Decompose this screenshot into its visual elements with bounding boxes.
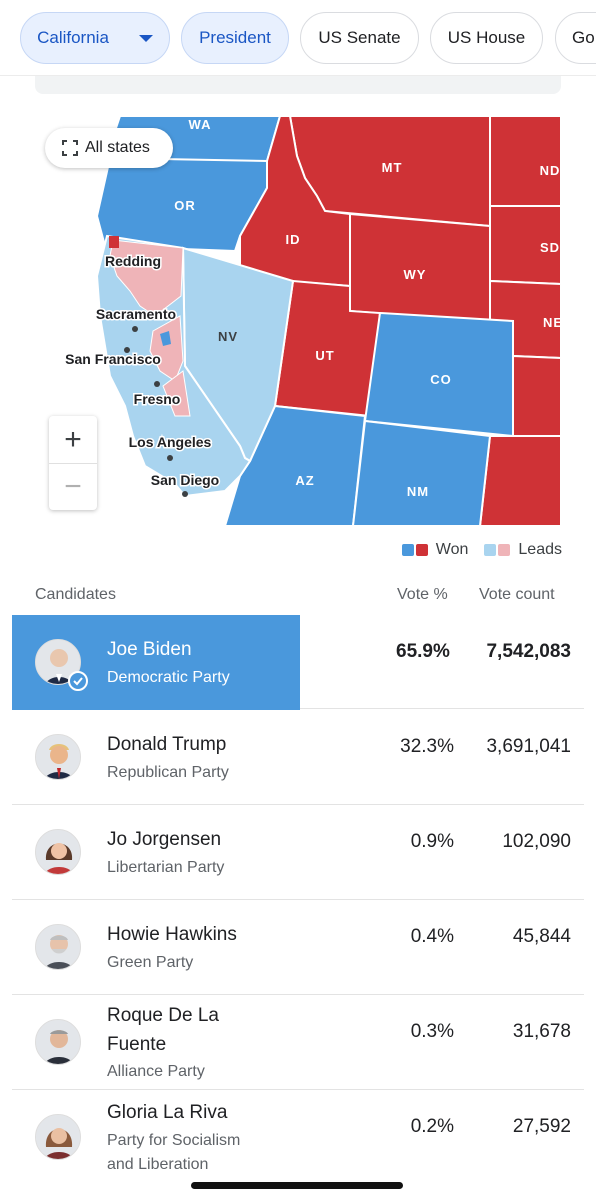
map-legend: Won Leads xyxy=(401,540,562,560)
zoom-in-button[interactable]: + xyxy=(49,416,97,463)
candidate-name: Joe Biden xyxy=(107,639,192,660)
vote-pct-header: Vote % xyxy=(397,586,448,603)
city-label-san-francisco: San Francisco xyxy=(65,351,161,367)
candidate-vote-count: 102,090 xyxy=(502,831,571,852)
city-dot-sacramento xyxy=(132,326,138,332)
governor-chip[interactable]: Go xyxy=(555,12,596,64)
state-label-or: OR xyxy=(174,198,196,213)
candidate-party-line-1: Party for Socialism xyxy=(107,1132,241,1149)
candidate-row-jorgensen[interactable]: Jo Jorgensen Libertarian Party 0.9% 102,… xyxy=(12,805,584,900)
candidate-vote-count: 3,691,041 xyxy=(486,736,571,757)
legend-dem-won-swatch xyxy=(401,544,414,556)
candidate-party: Alliance Party xyxy=(107,1063,205,1080)
city-label-redding: Redding xyxy=(105,253,161,269)
winner-values: 65.9% 7,542,083 xyxy=(300,615,584,709)
state-label-id: ID xyxy=(286,232,301,247)
president-chip-label: President xyxy=(199,28,271,47)
candidate-row-trump[interactable]: Donald Trump Republican Party 32.3% 3,69… xyxy=(12,710,584,805)
ca-rep-won-county xyxy=(109,236,119,248)
candidate-vote-count: 31,678 xyxy=(512,1021,571,1042)
candidate-avatar xyxy=(35,924,81,970)
city-dot-fresno xyxy=(154,381,160,387)
zoom-out-button[interactable]: − xyxy=(49,463,97,510)
governor-chip-label: Go xyxy=(572,28,595,47)
candidate-name: Jo Jorgensen xyxy=(107,829,222,850)
candidate-party: Republican Party xyxy=(107,764,229,781)
candidate-vote-pct: 0.9% xyxy=(410,831,454,852)
state-label-wy: WY xyxy=(404,267,427,282)
candidate-name-line-1: Roque De La xyxy=(107,1005,219,1026)
state-label-co: CO xyxy=(430,372,452,387)
candidate-vote-count: 7,542,083 xyxy=(486,641,571,662)
race-filter-chips: California President US Senate US House … xyxy=(0,0,596,76)
us-house-chip[interactable]: US House xyxy=(430,12,543,64)
candidate-name: Howie Hawkins xyxy=(107,924,237,945)
candidate-vote-pct: 0.4% xyxy=(410,926,454,947)
state-ok xyxy=(478,435,561,526)
state-label-nm: NM xyxy=(407,484,429,499)
all-states-button[interactable]: All states xyxy=(45,128,173,168)
candidates-header: Candidates xyxy=(35,586,116,603)
legend-dem-leads-swatch xyxy=(484,544,497,556)
us-house-chip-label: US House xyxy=(447,28,526,47)
city-label-san-diego: San Diego xyxy=(151,472,219,488)
candidate-vote-count: 45,844 xyxy=(512,926,571,947)
candidate-avatar xyxy=(35,1019,81,1065)
city-label-sacramento: Sacramento xyxy=(96,306,176,322)
state-label-mt: MT xyxy=(382,160,403,175)
president-chip[interactable]: President xyxy=(181,12,289,64)
candidate-name: Gloria La Riva xyxy=(107,1102,228,1123)
state-label-sd: SD xyxy=(540,240,560,255)
state-label-nv: NV xyxy=(218,329,238,344)
candidate-party: Green Party xyxy=(107,954,194,971)
results-map[interactable]: WA OR ID MT ND SD WY NE NV UT CO AZ NM R… xyxy=(35,116,561,526)
state-ks xyxy=(512,354,561,437)
western-states-map: WA OR ID MT ND SD WY NE NV UT CO AZ NM R… xyxy=(64,116,561,526)
candidate-vote-pct: 0.3% xyxy=(410,1021,454,1042)
results-card-top xyxy=(35,76,561,94)
dropdown-caret-icon xyxy=(138,34,153,42)
expand-icon xyxy=(62,140,78,156)
candidate-avatar xyxy=(35,734,81,780)
candidate-row-de-la-fuente[interactable]: Roque De La Fuente Alliance Party 0.3% 3… xyxy=(12,995,584,1090)
state-label-ne: NE xyxy=(543,315,561,330)
candidate-party: Democratic Party xyxy=(107,669,230,686)
legend-won-label: Won xyxy=(435,541,469,558)
candidate-vote-pct: 0.2% xyxy=(410,1116,454,1137)
candidate-row-la-riva[interactable]: Gloria La Riva Party for Socialism and L… xyxy=(12,1090,584,1185)
state-nd xyxy=(489,116,561,207)
zoom-controls: + − xyxy=(49,416,97,510)
legend-leads-label: Leads xyxy=(518,541,562,558)
candidate-row-hawkins[interactable]: Howie Hawkins Green Party 0.4% 45,844 xyxy=(12,900,584,995)
legend-rep-leads-swatch xyxy=(498,544,511,556)
us-senate-chip-label: US Senate xyxy=(318,28,401,47)
city-dot-san-diego xyxy=(182,491,188,497)
state-label-nd: ND xyxy=(540,163,561,178)
candidate-vote-count: 27,592 xyxy=(512,1116,571,1137)
state-label-az: AZ xyxy=(295,473,314,488)
state-label-wa: WA xyxy=(189,117,212,132)
candidate-name-line-2: Fuente xyxy=(107,1034,167,1055)
state-nm xyxy=(351,419,492,526)
candidate-name: Donald Trump xyxy=(107,734,227,755)
candidate-vote-pct: 32.3% xyxy=(400,736,454,757)
vote-count-header: Vote count xyxy=(479,586,555,603)
legend-rep-won-swatch xyxy=(415,544,428,556)
state-label-ut: UT xyxy=(315,348,334,363)
all-states-label: All states xyxy=(85,139,150,156)
state-select-chip[interactable]: California xyxy=(20,12,170,64)
candidate-party: Libertarian Party xyxy=(107,859,225,876)
city-label-fresno: Fresno xyxy=(134,391,181,407)
city-label-los-angeles: Los Angeles xyxy=(129,434,212,450)
candidate-avatar xyxy=(35,1114,81,1160)
us-senate-chip[interactable]: US Senate xyxy=(300,12,419,64)
candidate-vote-pct: 65.9% xyxy=(396,641,450,662)
candidate-party-line-2: and Liberation xyxy=(107,1156,209,1173)
home-indicator xyxy=(191,1182,403,1189)
state-select-label: California xyxy=(37,28,109,47)
candidate-row-biden[interactable]: Joe Biden Democratic Party xyxy=(12,615,300,710)
candidate-avatar xyxy=(35,829,81,875)
city-dot-los-angeles xyxy=(167,455,173,461)
winner-check-icon xyxy=(68,671,88,691)
